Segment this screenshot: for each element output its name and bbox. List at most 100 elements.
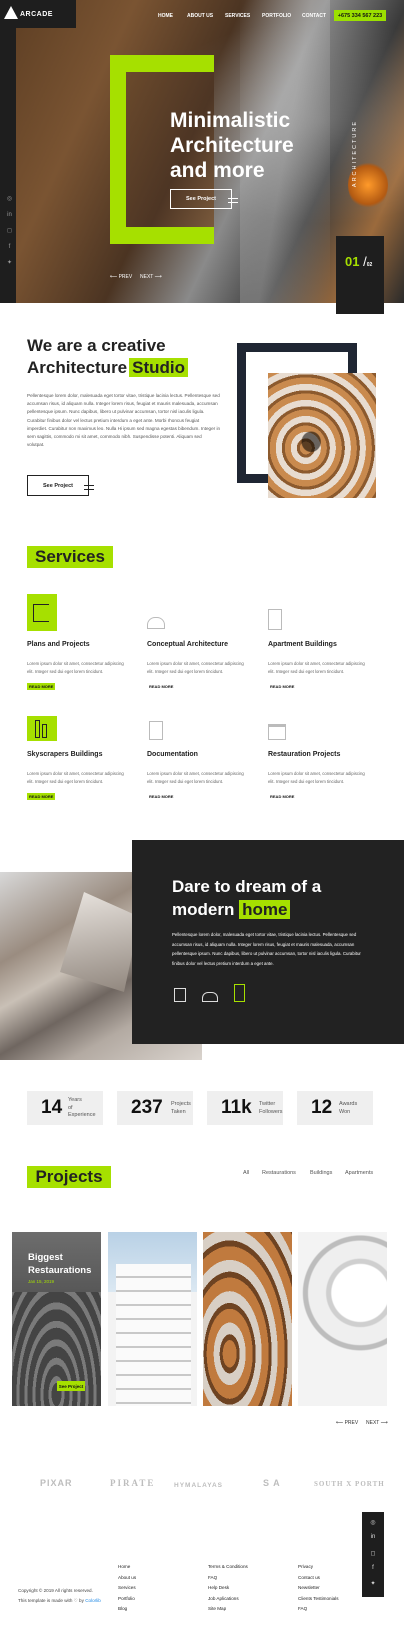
footer-link[interactable]: Portfolio <box>118 1594 136 1605</box>
twitter-icon[interactable]: ✦ <box>6 260 13 267</box>
projects-next[interactable]: NEXT ⟶ <box>366 1420 388 1426</box>
logo[interactable]: ARCADE <box>0 0 76 28</box>
stat-years: 14 Years of Experience <box>27 1091 103 1125</box>
footer-link[interactable]: Blog <box>118 1604 136 1615</box>
project-card-featured[interactable]: Biggest Restaurations Jan 15, 2019 See P… <box>12 1232 101 1406</box>
project-card-white-building[interactable] <box>108 1232 197 1406</box>
twitter-icon[interactable]: ✦ <box>369 1580 377 1588</box>
hero-left-bar <box>0 0 16 303</box>
hero-button-line-icon-2 <box>228 202 238 203</box>
featured-see-project-button[interactable]: See Project <box>57 1381 85 1391</box>
stat-label-line: of <box>68 1104 73 1111</box>
read-more-link[interactable]: READ MORE <box>268 683 296 690</box>
read-more-link[interactable]: READ MORE <box>268 793 296 800</box>
footer-col-1: Home About us Services Portfolio Blog <box>118 1562 136 1615</box>
service-title: Plans and Projects <box>27 641 90 648</box>
footer-link[interactable]: Privacy <box>298 1562 339 1573</box>
footer-link[interactable]: Newsletter <box>298 1583 339 1594</box>
dream-title-line-2: modern <box>172 900 235 919</box>
hero-title: Minimalistic Architecture and more <box>170 108 360 183</box>
footer-link[interactable]: Home <box>118 1562 136 1573</box>
about-text-line: pellentesque ipsum. Nunc dapibus, libero… <box>27 409 205 415</box>
service-title: Conceptual Architecture <box>147 641 229 648</box>
projects-prev[interactable]: ⟵ PREV <box>336 1420 358 1426</box>
facebook-icon[interactable]: f <box>6 244 13 251</box>
read-more-link[interactable]: READ MORE <box>147 683 175 690</box>
about-button-line-icon <box>84 485 94 486</box>
copyright-line-1: Copyright © 2019 All rights reserved. <box>18 1588 93 1593</box>
service-text: Lorem ipsum dolor sit amet, consectetur … <box>268 770 378 786</box>
dribbble-icon[interactable]: ◎ <box>369 1519 377 1527</box>
stat-twitter: 11k Twitter Followers <box>207 1091 283 1125</box>
filter-all[interactable]: All <box>243 1170 249 1176</box>
colorlib-link[interactable]: Colorlib <box>85 1598 101 1603</box>
filter-restaurations[interactable]: Restaurations <box>262 1170 296 1176</box>
hero-see-project-button[interactable]: See Project <box>170 189 232 209</box>
projects-title: Projects <box>27 1166 111 1188</box>
featured-title-line-2: Restaurations <box>28 1265 92 1276</box>
nav-contact[interactable]: CONTACT <box>302 13 326 19</box>
about-title-line-1: We are a creative <box>27 336 166 355</box>
dribbble-icon[interactable]: ◎ <box>6 196 13 203</box>
nav-services[interactable]: SERVICES <box>225 13 250 19</box>
dream-text-line: finibus dolor vel lectus pretium interdu… <box>172 960 274 966</box>
footer-link[interactable]: Job Aplications <box>208 1594 248 1605</box>
instagram-icon[interactable]: ◻ <box>369 1550 377 1558</box>
about-text-line: Pellentesque lorem dolor, malesuada eget… <box>27 393 220 398</box>
copyright-line-2: This template is made with ♡ by <box>18 1597 84 1603</box>
about-see-project-button[interactable]: See Project <box>27 475 89 496</box>
about-title-line-2: Architecture <box>27 358 128 377</box>
hero-next-label: NEXT <box>140 274 154 280</box>
tower-icon <box>234 984 245 1002</box>
linkedin-icon[interactable]: in <box>6 212 13 219</box>
nav-home[interactable]: HOME <box>158 13 173 19</box>
footer-link[interactable]: Clients Testimonials <box>298 1594 339 1605</box>
filter-buildings[interactable]: Buildings <box>310 1170 332 1176</box>
service-text-line: elit. Integer sed dui eget lorem tincidu… <box>147 779 224 784</box>
projects-next-label: NEXT <box>366 1420 380 1426</box>
nav-about[interactable]: ABOUT US <box>187 13 213 19</box>
footer-link[interactable]: Contact us <box>298 1573 339 1584</box>
dream-text: Pellentesque lorem dolor, malesuada eget… <box>172 930 397 968</box>
about-title-highlight: Studio <box>129 358 189 377</box>
service-text: Lorem ipsum dolor sit amet, consectetur … <box>147 660 257 676</box>
about-text-line: accumsan risus, id aliquam nulla. Intege… <box>27 401 218 407</box>
read-more-link[interactable]: READ MORE <box>147 793 175 800</box>
footer-link[interactable]: FAQ <box>298 1604 339 1615</box>
service-text-line: elit. Integer sed dui eget lorem tincidu… <box>27 669 104 674</box>
about-text-line: Curabitur finibus dolor vel lectus preti… <box>27 417 200 423</box>
footer-link[interactable]: FAQ <box>208 1573 248 1584</box>
footer-link[interactable]: Help Desk <box>208 1583 248 1594</box>
service-text-line: Lorem ipsum dolor sit amet, consectetur … <box>27 661 124 666</box>
slide-total: 02 <box>366 262 373 268</box>
about-text-line: imperdiet. Curabitur non maximus leo. Nu… <box>27 425 221 431</box>
project-card-curved-building[interactable] <box>298 1232 387 1406</box>
filter-apartments[interactable]: Apartments <box>345 1170 373 1176</box>
footer-link[interactable]: About us <box>118 1573 136 1584</box>
nav-portfolio[interactable]: PORTFOLIO <box>262 13 291 19</box>
hero-vertical-text: ARCHITECTURE <box>352 120 358 188</box>
temple-icon <box>268 724 286 740</box>
hero-next[interactable]: NEXT ⟶ <box>140 274 162 280</box>
service-text-line: elit. Integer sed dui eget lorem tincidu… <box>268 779 345 784</box>
featured-project-title: Biggest Restaurations <box>28 1251 91 1277</box>
footer-link[interactable]: Services <box>118 1583 136 1594</box>
instagram-icon[interactable]: ◻ <box>6 228 13 235</box>
phone-badge[interactable]: +675 334 567 223 <box>334 10 386 21</box>
service-title: Skyscrapers Buildings <box>27 751 103 758</box>
service-text-line: Lorem ipsum dolor sit amet, consectetur … <box>268 771 365 776</box>
white-building-image <box>116 1264 191 1406</box>
stat-label-line: Experience <box>68 1112 96 1118</box>
linkedin-icon[interactable]: in <box>369 1534 377 1542</box>
project-card-staircase[interactable] <box>203 1232 292 1406</box>
service-title: Documentation <box>147 751 198 758</box>
footer-social-bar: ◎ in ◻ f ✦ <box>362 1512 384 1597</box>
hero-prev[interactable]: ⟵ PREV <box>110 274 132 280</box>
read-more-link[interactable]: READ MORE <box>27 793 56 800</box>
footer-link[interactable]: Site Map <box>208 1604 248 1615</box>
facebook-icon[interactable]: f <box>369 1565 377 1573</box>
footer-link[interactable]: Terms & Conditions <box>208 1562 248 1573</box>
service-text-line: elit. Integer sed dui eget lorem tincidu… <box>268 669 345 674</box>
dome-icon <box>202 992 218 1002</box>
read-more-link[interactable]: READ MORE <box>27 683 56 690</box>
